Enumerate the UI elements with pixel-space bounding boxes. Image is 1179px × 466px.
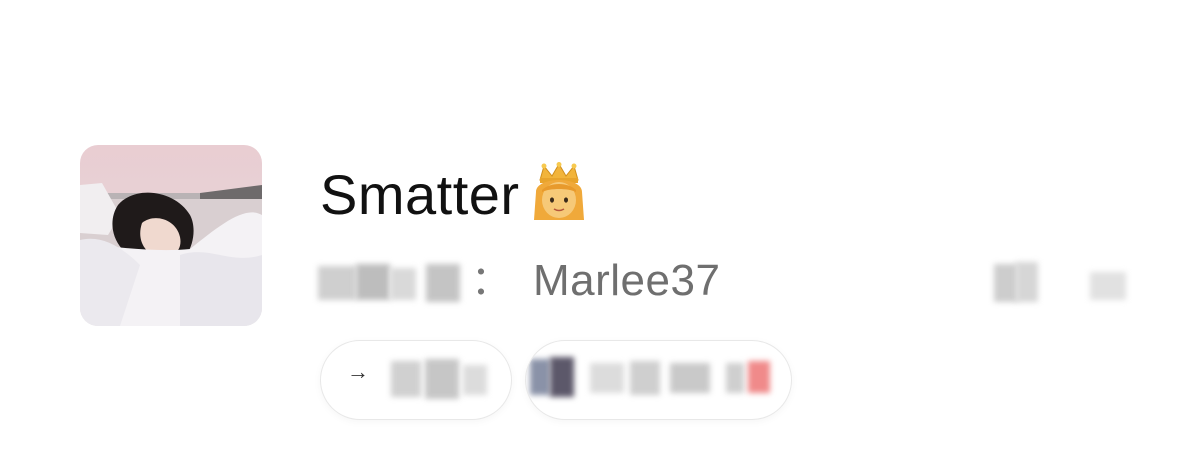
right-blurred-item-2[interactable] (1088, 258, 1132, 306)
chip-arrow[interactable]: → (320, 340, 512, 420)
chip-2-blurred-content (530, 357, 780, 401)
chip-1-blurred-text (391, 359, 491, 399)
princess-crown-emoji-icon (533, 162, 584, 220)
id-separator: ： (471, 259, 511, 303)
arrow-right-icon: → (347, 359, 369, 384)
id-row: ： Marlee37 (310, 252, 720, 310)
right-blurred-item-1[interactable] (990, 258, 1042, 306)
id-label-blurred (310, 258, 465, 304)
chip-blurred[interactable] (525, 340, 792, 420)
avatar[interactable] (80, 145, 262, 326)
profile-name: Smatter (320, 163, 520, 226)
id-value[interactable]: Marlee37 (533, 259, 720, 303)
profile-name-row: Smatter (320, 160, 588, 230)
avatar-image (80, 145, 262, 326)
